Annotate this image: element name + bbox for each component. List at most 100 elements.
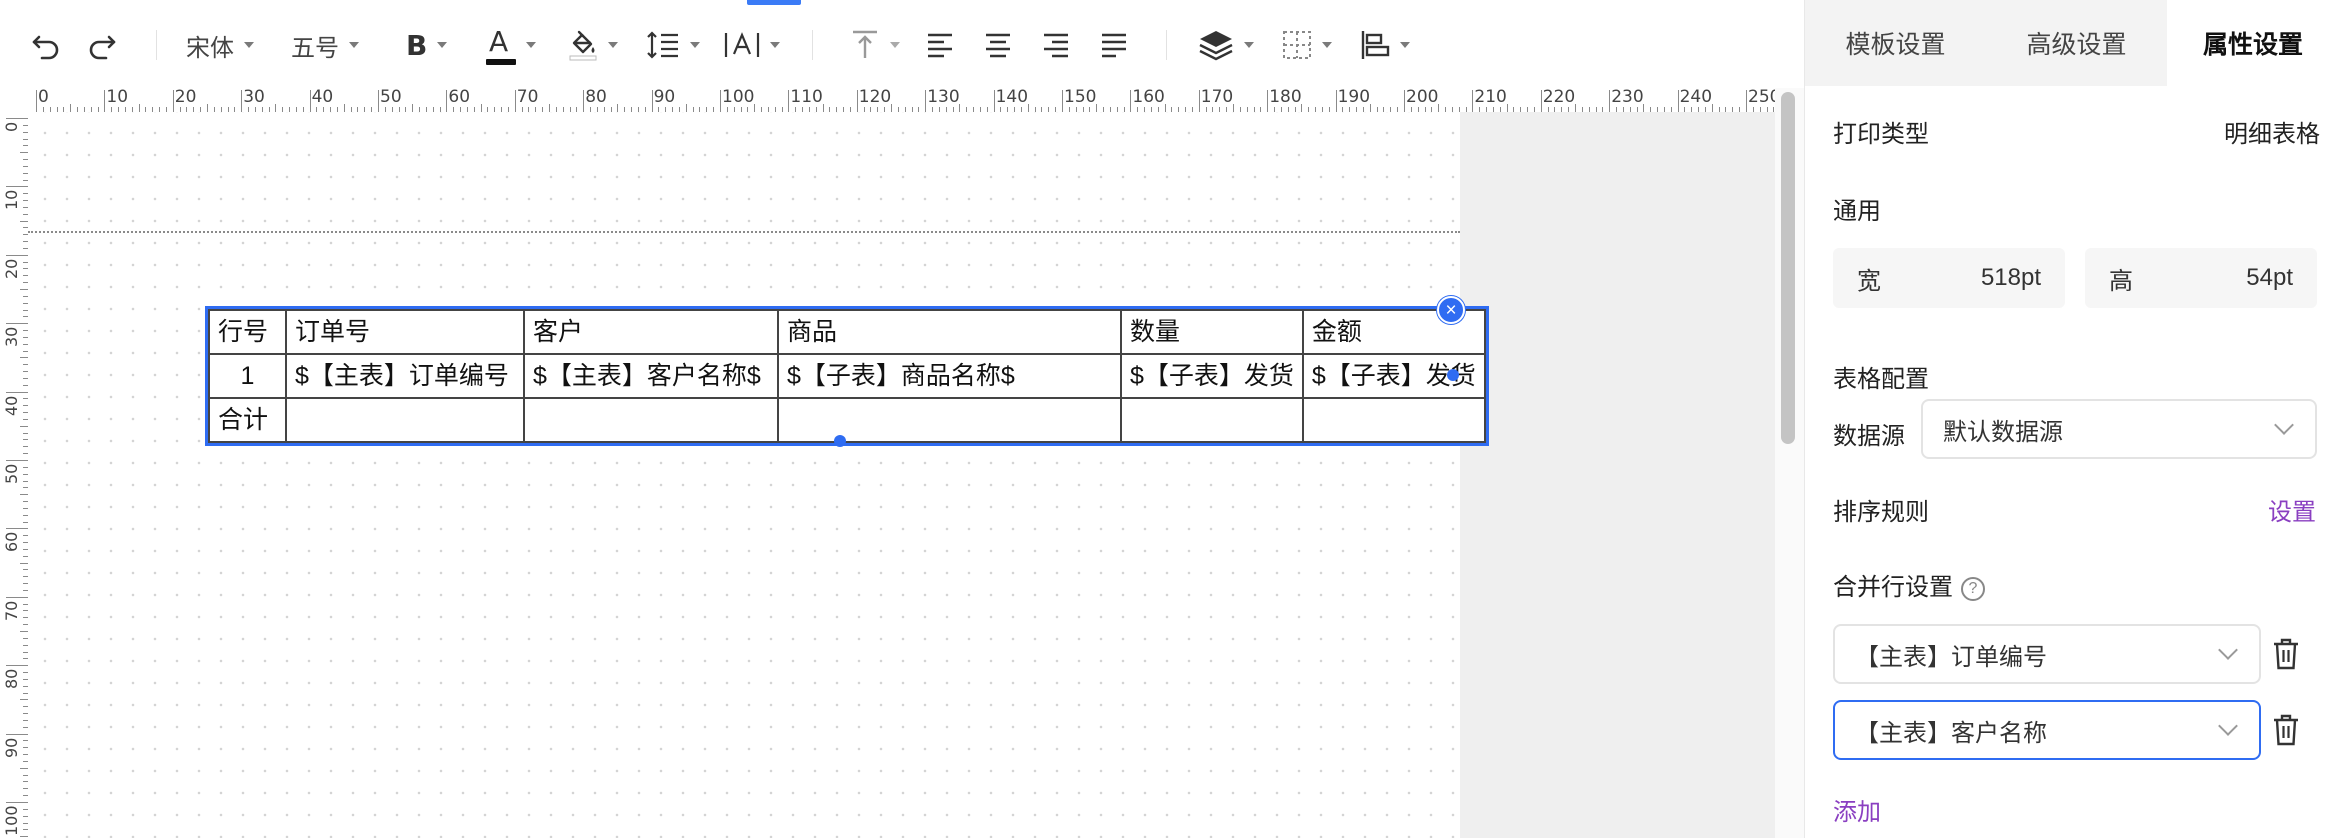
ruler-tick <box>6 665 28 667</box>
ruler-horizontal: 0 10 20 30 40 50 60 70 80 90 100 110 120 130 140 150 160… <box>28 88 1778 112</box>
chevron-down-icon <box>2274 415 2294 435</box>
ruler-label: 100 <box>722 88 755 107</box>
merge-field-select[interactable]: 【主表】订单编号 <box>1833 624 2261 684</box>
ruler-vertical: 0 10 20 30 40 50 60 70 80 90 100 <box>0 110 28 838</box>
line-height-button[interactable] <box>646 20 700 70</box>
add-merge-row-link[interactable]: 添加 <box>1833 792 1881 827</box>
table-cell[interactable]: 合计 <box>208 397 287 443</box>
layers-icon <box>1199 31 1233 61</box>
table-cell[interactable] <box>777 397 1122 443</box>
fill-color-button[interactable] <box>568 20 618 70</box>
ruler-label: 90 <box>2 737 21 758</box>
ruler-tick <box>378 90 379 112</box>
page-header-guide <box>28 231 1460 233</box>
ruler-tick <box>104 90 106 112</box>
ruler-label: 200 <box>1406 88 1439 107</box>
table-cell[interactable]: 客户 <box>523 309 779 355</box>
help-icon[interactable]: ? <box>1961 576 1985 601</box>
chevron-down-icon <box>690 42 700 48</box>
ruler-tick <box>70 104 72 112</box>
table-cell[interactable]: $【子表】发货 <box>1120 353 1304 399</box>
sort-settings-link[interactable]: 设置 <box>2268 492 2316 527</box>
border-button[interactable] <box>1282 20 1332 70</box>
ruler-tick <box>20 562 28 564</box>
ruler-tick <box>788 90 790 112</box>
ruler-tick <box>1472 90 1474 112</box>
align-center-button[interactable] <box>984 20 1012 70</box>
trash-icon[interactable] <box>2271 637 2301 671</box>
ruler-label: 170 <box>1200 88 1234 107</box>
resize-handle-bottom[interactable] <box>834 435 846 447</box>
table-cell[interactable] <box>1120 397 1304 443</box>
design-canvas[interactable] <box>28 112 1460 838</box>
ruler-tick <box>685 104 687 112</box>
toolbar-divider <box>812 30 813 60</box>
font-color-icon: A <box>486 25 516 65</box>
ruler-tick <box>1438 104 1440 112</box>
letter-spacing-icon <box>724 32 760 57</box>
ruler-label: 30 <box>243 88 265 107</box>
trash-icon[interactable] <box>2271 713 2301 747</box>
tab-property-settings[interactable]: 属性设置 <box>2167 0 2338 86</box>
align-justify-button[interactable] <box>1100 20 1128 70</box>
height-field[interactable]: 高 54pt <box>2085 248 2317 308</box>
text-spacing-button[interactable] <box>724 20 780 70</box>
redo-button[interactable] <box>86 20 118 70</box>
chevron-down-icon <box>1400 42 1410 48</box>
valign-top-button[interactable] <box>850 20 900 70</box>
align-objects-icon <box>1361 31 1390 59</box>
undo-button[interactable] <box>30 20 62 70</box>
ruler-label: 220 <box>1542 88 1576 107</box>
table-cell[interactable]: 订单号 <box>285 309 525 355</box>
ruler-tick <box>1198 90 1200 112</box>
table-header-row: 行号 订单号 客户 商品 数量 金额 <box>208 309 1486 355</box>
ruler-tick <box>20 425 28 427</box>
layer-button[interactable] <box>1198 20 1254 70</box>
table-cell[interactable]: $【主表】订单编号 <box>285 353 525 399</box>
ruler-tick <box>651 90 653 112</box>
align-right-icon <box>1044 33 1068 58</box>
resize-handle-right[interactable] <box>1447 369 1459 381</box>
align-left-button[interactable] <box>926 20 954 70</box>
table-cell[interactable] <box>523 397 779 443</box>
width-field[interactable]: 宽 518pt <box>1833 248 2065 308</box>
datasource-select[interactable]: 默认数据源 <box>1921 399 2317 459</box>
detail-table[interactable]: 行号 订单号 客户 商品 数量 金额 1 $【主表】订单编号 $【主表】客户名称… <box>205 306 1489 446</box>
ruler-tick <box>1062 90 1063 112</box>
merge-field-select[interactable]: 【主表】客户名称 <box>1833 700 2261 760</box>
ruler-tick <box>275 104 277 112</box>
ruler-tick <box>20 494 28 496</box>
ruler-label: 60 <box>2 532 21 553</box>
toolbar-divider <box>156 30 157 60</box>
delete-element-button[interactable]: × <box>1437 296 1465 324</box>
ruler-tick <box>20 357 28 359</box>
ruler-tick <box>241 90 243 112</box>
table-cell[interactable]: 数量 <box>1120 309 1304 355</box>
ruler-label: 80 <box>2 668 21 690</box>
table-cell[interactable]: 行号 <box>208 309 287 355</box>
width-label: 宽 <box>1857 267 1881 295</box>
table-cell[interactable] <box>1301 397 1486 443</box>
bold-button[interactable]: B <box>406 20 448 70</box>
ruler-label: 70 <box>2 600 21 621</box>
table-cell[interactable]: 1 <box>208 353 287 399</box>
table-cell[interactable]: $【主表】客户名称$ <box>523 353 779 399</box>
border-icon <box>1283 31 1311 59</box>
arrange-button[interactable] <box>1360 20 1410 70</box>
tab-template-settings[interactable]: 模板设置 <box>1805 0 1986 86</box>
table-cell[interactable]: $【子表】商品名称$ <box>777 353 1122 399</box>
font-color-button[interactable]: A <box>486 20 536 70</box>
ruler-tick <box>1301 104 1303 112</box>
scrollbar-thumb[interactable] <box>1781 92 1795 444</box>
ruler-tick <box>1335 90 1337 112</box>
tab-advanced-settings[interactable]: 高级设置 <box>1986 0 2167 86</box>
ruler-tick <box>1609 90 1611 112</box>
canvas-outside-area <box>1460 112 1775 838</box>
align-right-button[interactable] <box>1042 20 1070 70</box>
ruler-label: 20 <box>174 88 197 107</box>
ruler-tick <box>343 104 345 112</box>
font-size-select[interactable]: 五号 <box>291 20 359 70</box>
table-cell[interactable] <box>285 397 525 443</box>
font-family-select[interactable]: 宋体 <box>186 20 254 70</box>
table-cell[interactable]: 商品 <box>777 309 1122 355</box>
